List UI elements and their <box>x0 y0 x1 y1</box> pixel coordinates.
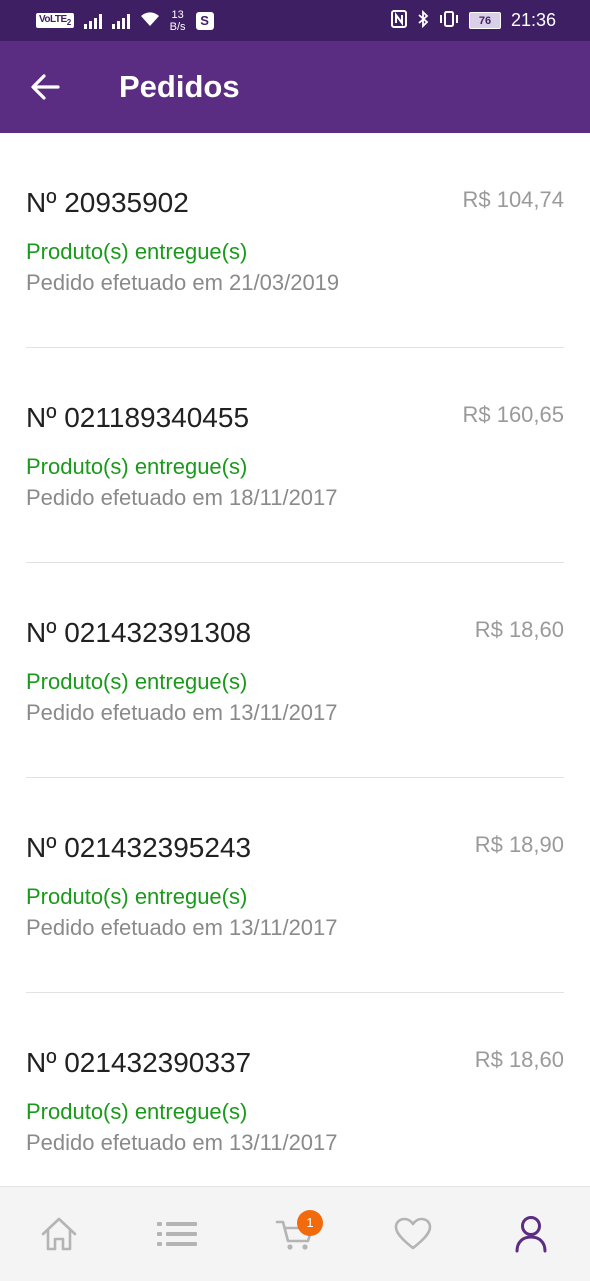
bluetooth-icon <box>417 9 429 32</box>
vibrate-icon <box>439 10 459 32</box>
order-item[interactable]: Nº 021432395243 R$ 18,90 Produto(s) entr… <box>26 778 564 993</box>
order-date: Pedido efetuado em 13/11/2017 <box>26 915 338 940</box>
order-date: Pedido efetuado em 21/03/2019 <box>26 270 340 295</box>
network-speed: 13 B/s <box>169 8 186 33</box>
order-status: Produto(s) entregue(s) <box>26 454 248 479</box>
order-item[interactable]: Nº 021432391308 R$ 18,60 Produto(s) entr… <box>26 563 564 778</box>
arrow-left-icon <box>31 74 60 100</box>
order-number: Nº 021432390337 <box>26 1047 252 1078</box>
page-title: Pedidos <box>119 69 240 104</box>
nav-home-button[interactable] <box>19 1194 99 1274</box>
nfc-icon <box>390 9 407 32</box>
battery-icon: 76 <box>468 12 501 29</box>
app-bar: Pedidos <box>0 41 590 133</box>
cart-count-badge: 1 <box>297 1210 323 1236</box>
order-item[interactable]: Nº 20935902 R$ 104,74 Produto(s) entregu… <box>26 133 564 348</box>
order-status: Produto(s) entregue(s) <box>26 669 248 694</box>
back-button[interactable] <box>15 57 75 117</box>
signal-strength-icon <box>111 13 130 29</box>
user-icon <box>515 1216 547 1253</box>
clock: 21:36 <box>510 10 556 30</box>
status-bar: VoLTE2 13 B/s S 76 21:36 <box>0 0 590 41</box>
app-notification-icon: S <box>195 11 214 30</box>
nav-account-button[interactable] <box>491 1194 571 1274</box>
order-price: R$ 18,60 <box>474 1047 564 1072</box>
nav-favorites-button[interactable] <box>373 1194 453 1274</box>
heart-icon <box>394 1217 432 1250</box>
wifi-icon <box>140 11 160 31</box>
orders-list: Nº 20935902 R$ 104,74 Produto(s) entregu… <box>0 133 590 1186</box>
order-date: Pedido efetuado em 18/11/2017 <box>26 485 338 510</box>
order-status: Produto(s) entregue(s) <box>26 1099 248 1124</box>
order-date: Pedido efetuado em 13/11/2017 <box>26 700 338 725</box>
home-icon <box>41 1217 77 1251</box>
status-bar-left: VoLTE2 13 B/s S <box>36 9 214 33</box>
order-item[interactable]: Nº 021189340455 R$ 160,65 Produto(s) ent… <box>26 348 564 563</box>
order-date: Pedido efetuado em 13/11/2017 <box>26 1130 338 1155</box>
order-price: R$ 104,74 <box>462 187 564 212</box>
order-number: Nº 021189340455 <box>26 402 250 433</box>
order-price: R$ 18,90 <box>474 832 564 857</box>
status-bar-right: 76 21:36 <box>390 9 556 32</box>
order-price: R$ 160,65 <box>462 402 564 427</box>
order-number: Nº 021432391308 <box>26 617 252 648</box>
order-status: Produto(s) entregue(s) <box>26 239 248 264</box>
order-number: Nº 20935902 <box>26 187 189 218</box>
order-price: R$ 18,60 <box>474 617 564 642</box>
order-status: Produto(s) entregue(s) <box>26 884 248 909</box>
signal-strength-icon <box>83 13 102 29</box>
order-item[interactable]: Nº 021432390337 R$ 18,60 Produto(s) entr… <box>26 993 564 1186</box>
order-number: Nº 021432395243 <box>26 832 252 863</box>
volte-indicator: VoLTE2 <box>36 13 74 28</box>
bottom-navigation: 1 <box>0 1186 590 1281</box>
list-icon <box>157 1222 197 1246</box>
nav-categories-button[interactable] <box>137 1194 217 1274</box>
nav-cart-button[interactable]: 1 <box>255 1194 335 1274</box>
